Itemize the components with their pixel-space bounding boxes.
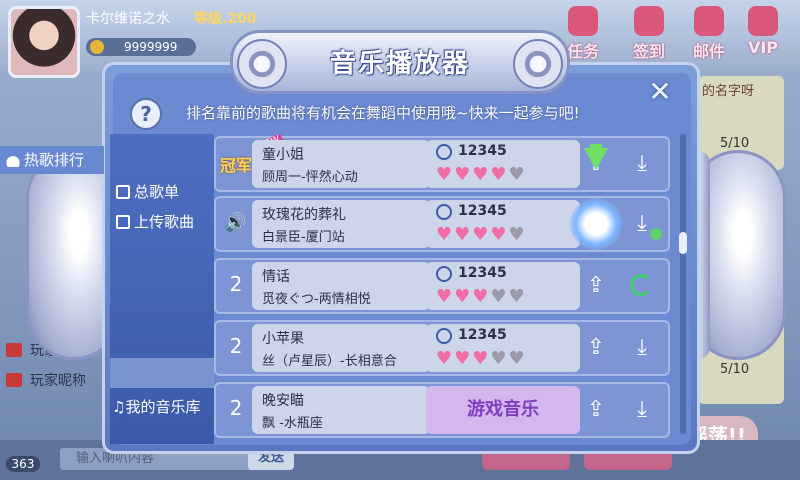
- menu-all-songs[interactable]: 总歌单: [116, 178, 214, 206]
- checkin-button[interactable]: 签到: [626, 6, 672, 64]
- highlighted-share-button[interactable]: [570, 198, 622, 250]
- library-label: 我的音乐库: [125, 398, 201, 416]
- coin-balance: 9999999: [86, 38, 196, 56]
- song-score: 12345: [458, 327, 507, 343]
- list-icon: [116, 185, 130, 199]
- vip-button[interactable]: VIP: [740, 6, 786, 64]
- vip-icon: [748, 6, 778, 36]
- song-artist: 觅夜ぐつ-两情相悦: [262, 292, 371, 307]
- checkin-label: 签到: [632, 42, 665, 61]
- share-icon[interactable]: ⇪: [582, 396, 610, 424]
- download-icon[interactable]: ⤓: [628, 396, 656, 424]
- song-title: 小苹果: [262, 331, 304, 347]
- song-list: 冠军 NEW 童小姐 顾周一-怦然心动 12345 ♥♥♥♥♥ ⇪ ⤓ 🔊 玫瑰…: [214, 130, 676, 442]
- checkin-icon: [634, 6, 664, 36]
- smile-icon: [436, 204, 452, 220]
- game-music-tag: 游戏音乐: [426, 386, 580, 434]
- song-stats: 12345 ♥♥♥♥♥: [426, 324, 580, 372]
- right-speaker-decoration: [684, 150, 786, 360]
- song-title: 情话: [262, 269, 290, 285]
- song-info: 情话 觅夜ぐつ-两情相悦: [252, 262, 430, 310]
- menu-hot-songs[interactable]: 热歌排行: [0, 146, 104, 174]
- fire-icon: [6, 153, 20, 167]
- right-card-count: 5/10: [720, 362, 750, 377]
- player-name: 卡尔维诺之水: [86, 11, 170, 27]
- hearts-rating: ♥♥♥♥♥: [436, 224, 527, 245]
- coin-icon: [90, 40, 104, 54]
- check-icon: [650, 228, 662, 240]
- coin-value: 9999999: [124, 40, 178, 54]
- download-icon[interactable]: ⤓: [628, 334, 656, 362]
- song-score: 12345: [458, 265, 507, 281]
- song-info: 小苹果 丝（卢星辰）-长相意合: [252, 324, 430, 372]
- menu-label: 上传歌曲: [134, 213, 195, 231]
- menu-label: 热歌排行: [24, 151, 85, 169]
- song-rank: 2: [229, 334, 243, 358]
- megaphone-icon: [6, 373, 22, 387]
- close-button[interactable]: ✕: [646, 78, 674, 106]
- song-info: 晚安瞄 飘 -水瓶座: [252, 386, 430, 434]
- share-icon[interactable]: ⇪: [582, 334, 610, 362]
- help-icon[interactable]: ?: [130, 98, 162, 130]
- song-row[interactable]: 2 晚安瞄 飘 -水瓶座 游戏音乐 ⇪ ⤓: [214, 382, 670, 438]
- tutorial-arrow-head-icon: [584, 148, 608, 170]
- champion-badge: 冠军: [220, 156, 253, 175]
- song-title: 晚安瞄: [262, 393, 304, 409]
- smile-icon: [436, 266, 452, 282]
- menu-upload-song[interactable]: 上传歌曲: [116, 208, 214, 236]
- chat-row-name: 玩家昵称: [30, 373, 86, 389]
- my-music-library[interactable]: ♫我的音乐库: [112, 396, 200, 417]
- song-score: 12345: [458, 143, 507, 159]
- right-card-count: 5/10: [720, 136, 750, 151]
- player-avatar[interactable]: [8, 6, 80, 78]
- hearts-rating: ♥♥♥♥♥: [436, 286, 527, 307]
- smile-icon: [436, 144, 452, 160]
- upload-icon: [116, 215, 130, 229]
- song-rank: 2: [229, 272, 243, 296]
- song-stats: 12345 ♥♥♥♥♥: [426, 262, 580, 310]
- right-card-title: 的名字呀: [702, 84, 755, 99]
- menu-divider: [110, 358, 214, 388]
- song-stats: 12345 ♥♥♥♥♥: [426, 200, 580, 248]
- song-title: 玫瑰花的葬礼: [262, 207, 346, 223]
- scroll-thumb[interactable]: [679, 232, 687, 254]
- song-artist: 飘 -水瓶座: [262, 416, 323, 431]
- song-row[interactable]: 2 小苹果 丝（卢星辰）-长相意合 12345 ♥♥♥♥♥ ⇪ ⤓: [214, 320, 670, 376]
- song-info: 童小姐 顾周一-怦然心动: [252, 140, 430, 188]
- vip-label: VIP: [747, 38, 779, 57]
- task-icon: [568, 6, 598, 36]
- song-info: 玫瑰花的葬礼 白景臣-厦门站: [252, 200, 430, 248]
- song-row[interactable]: 2 情话 觅夜ぐつ-两情相悦 12345 ♥♥♥♥♥ ⇪: [214, 258, 670, 314]
- mail-icon: [694, 6, 724, 36]
- hearts-rating: ♥♥♥♥♥: [436, 348, 527, 369]
- menu-label: 总歌单: [134, 183, 180, 201]
- song-title: 童小姐: [262, 147, 304, 163]
- song-score: 12345: [458, 203, 507, 219]
- song-stats: 12345 ♥♥♥♥♥: [426, 140, 580, 188]
- panel-notice: 排名靠前的歌曲将有机会在舞蹈中使用哦~快来一起参与吧!: [186, 104, 580, 122]
- loading-spinner-icon: [630, 274, 652, 296]
- chat-row: 玩家昵称: [6, 370, 86, 390]
- smile-icon: [436, 328, 452, 344]
- song-rank: 2: [229, 396, 243, 420]
- title-plate: 音乐播放器: [230, 30, 570, 94]
- share-icon[interactable]: ⇪: [582, 272, 610, 300]
- song-list-scrollbar[interactable]: [680, 134, 686, 434]
- playing-speaker-icon: 🔊: [224, 212, 247, 233]
- song-artist: 丝（卢星辰）-长相意合: [262, 354, 397, 369]
- player-level: 等级.200: [194, 11, 257, 27]
- song-artist: 白景臣-厦门站: [262, 230, 345, 245]
- megaphone-icon: [6, 343, 22, 357]
- mail-label: 邮件: [692, 42, 725, 61]
- download-icon[interactable]: ⤓: [628, 150, 656, 178]
- hearts-rating: ♥♥♥♥♥: [436, 164, 527, 185]
- mail-button[interactable]: 邮件: [686, 6, 732, 64]
- panel-title: 音乐播放器: [329, 49, 470, 79]
- song-artist: 顾周一-怦然心动: [262, 170, 358, 185]
- horn-count-badge: 363: [6, 456, 40, 472]
